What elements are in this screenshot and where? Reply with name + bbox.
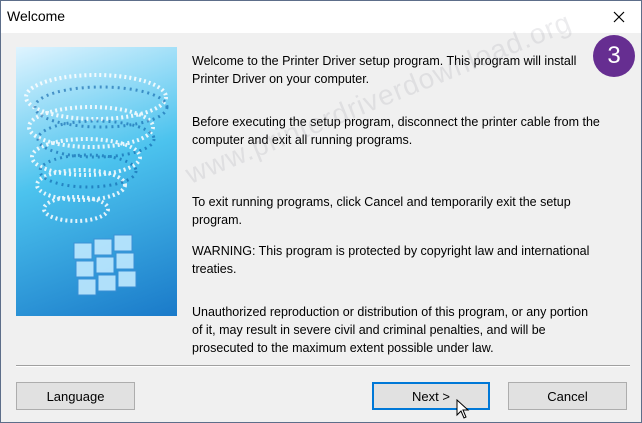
step-badge: 3 (593, 35, 635, 77)
exit-programs-text: To exit running programs, click Cancel a… (192, 195, 571, 227)
cancel-button[interactable]: Cancel (508, 382, 627, 410)
unauthorized-text: Unauthorized reproduction or distributio… (192, 305, 589, 355)
disconnect-text: Before executing the setup program, disc… (192, 115, 600, 147)
warning-text: WARNING: This program is protected by co… (192, 244, 590, 276)
printer-swirl-graphic (24, 73, 169, 296)
next-button[interactable]: Next > (372, 382, 490, 410)
welcome-text: Welcome to the Printer Driver setup prog… (192, 54, 577, 86)
language-button[interactable]: Language (16, 382, 135, 410)
divider (16, 365, 630, 367)
mouse-pointer-icon (456, 399, 470, 419)
watermark: www.printerdriverdownload.org (181, 6, 576, 190)
title-bar: Welcome (1, 1, 641, 33)
window-title: Welcome (7, 8, 66, 24)
close-button[interactable] (596, 1, 641, 33)
setup-banner-image (16, 47, 177, 316)
close-icon (613, 11, 624, 23)
setup-dialog: Welcome Welcome to the Printer Driver se… (0, 0, 642, 423)
